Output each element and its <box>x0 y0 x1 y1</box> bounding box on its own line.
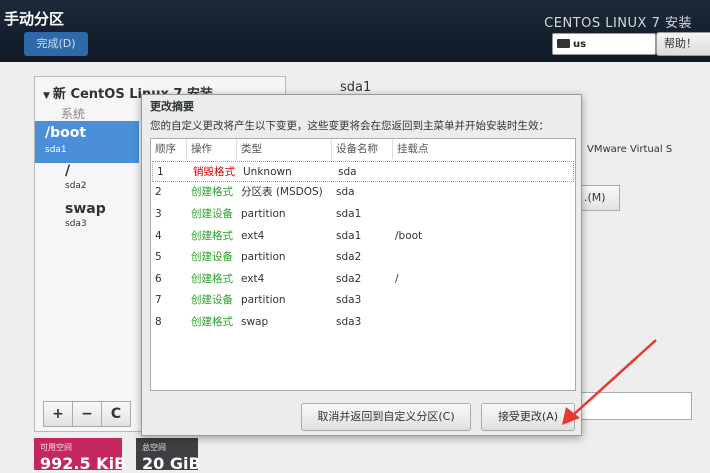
keyboard-layout-indicator[interactable]: us <box>552 33 656 55</box>
row-order: 1 <box>157 166 164 178</box>
table-row[interactable]: 1 销毁格式 Unknown sda <box>152 161 574 182</box>
row-mount: /boot <box>395 230 423 242</box>
row-order: 6 <box>155 273 162 285</box>
row-order: 8 <box>155 316 162 328</box>
row-type: swap <box>241 316 269 328</box>
row-order: 4 <box>155 230 162 242</box>
device-model-label: VMware Virtual S <box>587 144 673 155</box>
row-device: sda1 <box>336 208 362 220</box>
column-header-action[interactable]: 操作 <box>187 139 237 159</box>
column-header-order[interactable]: 顺序 <box>151 139 187 159</box>
row-action: 创建格式 <box>191 273 233 285</box>
table-row[interactable]: 3 创建设备 partition sda1 <box>151 204 575 225</box>
keyboard-layout-label: us <box>573 39 587 50</box>
mount-point-name: /boot <box>45 125 87 141</box>
row-type: partition <box>241 251 286 263</box>
changes-table: 顺序 操作 类型 设备名称 挂载点 1 销毁格式 Unknown sda 2 创… <box>150 138 576 391</box>
page-title: 手动分区 <box>4 10 65 28</box>
row-order: 3 <box>155 208 162 220</box>
row-device: sda2 <box>336 273 362 285</box>
dialog-title: 更改摘要 <box>150 100 194 113</box>
row-device: sda3 <box>336 316 362 328</box>
mount-point-device: sda3 <box>65 219 87 229</box>
mount-point-item-swap[interactable]: swap sda3 <box>55 201 155 241</box>
table-row[interactable]: 4 创建格式 ext4 sda1 /boot <box>151 226 575 247</box>
column-header-mount[interactable]: 挂载点 <box>393 139 575 159</box>
label-input[interactable] <box>578 392 692 420</box>
table-row[interactable]: 6 创建格式 ext4 sda2 / <box>151 269 575 290</box>
row-device: sda <box>338 166 357 178</box>
row-action: 创建格式 <box>191 186 233 198</box>
row-device: sda <box>336 186 355 198</box>
system-section-label: 系统 <box>61 107 86 121</box>
total-space-badge: 总空间 20 GiB <box>136 438 201 473</box>
row-action: 创建设备 <box>191 294 233 306</box>
available-space-label: 可用空间 <box>40 443 72 452</box>
table-row[interactable]: 8 创建格式 swap sda3 <box>151 312 575 333</box>
row-device: sda2 <box>336 251 362 263</box>
row-action: 创建格式 <box>191 316 233 328</box>
available-space-badge: 可用空间 992.5 KiB <box>34 438 126 473</box>
table-row[interactable]: 2 创建格式 分区表 (MSDOS) sda <box>151 182 575 203</box>
help-button[interactable]: 帮助！ <box>656 32 710 56</box>
row-type: Unknown <box>243 166 292 178</box>
table-row[interactable]: 7 创建设备 partition sda3 <box>151 290 575 311</box>
installer-title: CENTOS LINUX 7 安装 <box>544 16 692 31</box>
available-space-value: 992.5 KiB <box>40 454 127 473</box>
refresh-button[interactable]: C <box>101 401 131 427</box>
selected-device-title: sda1 <box>340 80 372 95</box>
remove-partition-button[interactable]: − <box>72 401 102 427</box>
table-row[interactable]: 5 创建设备 partition sda2 <box>151 247 575 268</box>
accept-changes-button[interactable]: 接受更改(A) <box>481 403 575 431</box>
row-action: 创建设备 <box>191 208 233 220</box>
expander-triangle-icon: ▼ <box>43 91 50 101</box>
cancel-and-return-button[interactable]: 取消并返回到自定义分区(C) <box>301 403 471 431</box>
summary-of-changes-dialog: 更改摘要 您的自定义更改将产生以下变更，这些变更将会在您返回到主菜单并开始安装时… <box>141 94 582 436</box>
row-type: partition <box>241 208 286 220</box>
row-order: 7 <box>155 294 162 306</box>
total-space-value: 20 GiB <box>142 454 201 473</box>
partition-toolbar: + − C <box>43 401 131 427</box>
dialog-description: 您的自定义更改将产生以下变更，这些变更将会在您返回到主菜单并开始安装时生效： <box>150 120 549 132</box>
row-device: sda3 <box>336 294 362 306</box>
row-action: 创建格式 <box>191 230 233 242</box>
row-type: ext4 <box>241 273 265 285</box>
mount-point-device: sda1 <box>45 145 67 155</box>
column-header-type[interactable]: 类型 <box>237 139 332 159</box>
total-space-label: 总空间 <box>142 443 166 452</box>
modify-button[interactable]: .(M) <box>578 185 620 211</box>
row-action: 创建设备 <box>191 251 233 263</box>
row-action: 销毁格式 <box>193 166 235 178</box>
row-type: ext4 <box>241 230 265 242</box>
row-device: sda1 <box>336 230 362 242</box>
mount-point-name: / <box>65 163 71 179</box>
keyboard-icon <box>557 39 570 48</box>
row-mount: / <box>395 273 399 285</box>
done-button[interactable]: 完成(D) <box>24 32 88 56</box>
row-order: 2 <box>155 186 162 198</box>
add-partition-button[interactable]: + <box>43 401 73 427</box>
row-type: partition <box>241 294 286 306</box>
mount-point-device: sda2 <box>65 181 87 191</box>
mount-point-item-boot[interactable]: /boot sda1 <box>35 121 139 163</box>
column-header-device[interactable]: 设备名称 <box>332 139 393 159</box>
mount-point-name: swap <box>65 201 106 217</box>
top-header: 手动分区 完成(D) CENTOS LINUX 7 安装 us 帮助！ <box>0 0 710 62</box>
mount-point-item-root[interactable]: / sda2 <box>55 163 155 203</box>
row-type: 分区表 (MSDOS) <box>241 186 323 198</box>
row-order: 5 <box>155 251 162 263</box>
